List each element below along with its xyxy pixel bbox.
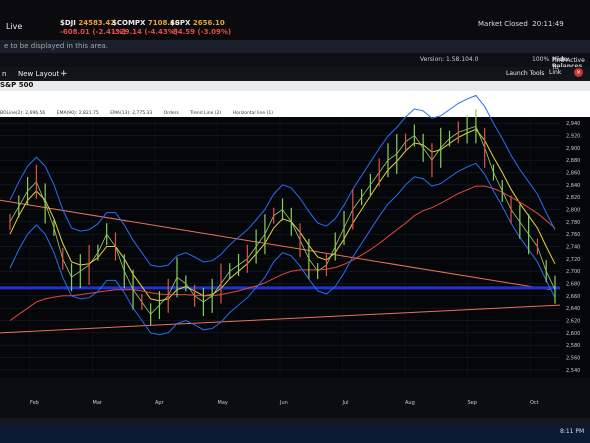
x-tick-label: Sep [468, 400, 477, 406]
live-indicator[interactable]: Live [6, 22, 22, 31]
y-tick-label: 2,940 [566, 121, 580, 127]
y-tick-label: 2,620 [566, 319, 580, 325]
x-axis-strip [0, 378, 590, 418]
y-tick-label: 2,780 [566, 220, 580, 226]
market-status: Market Closed 20:11:49 [478, 20, 564, 28]
y-tick-label: 2,660 [566, 294, 580, 300]
quote-spx[interactable]: $SPX 2656.10 -84.59 (-3.09%) [170, 19, 231, 37]
price-chart[interactable]: 2,540 2,560 2,580 2,600 2,620 2,640 2,660 2,680… [0, 91, 590, 418]
chart-area[interactable]: BOLine(2): 2,696.56 EMA(90): 2,821.75 EM… [0, 91, 590, 418]
y-tick-label: 2,840 [566, 183, 580, 189]
message-bar: e to be displayed in this area. [0, 40, 590, 53]
y-tick-label: 2,680 [566, 282, 580, 288]
y-tick-label: 2,800 [566, 208, 580, 214]
x-tick-label: May [218, 400, 228, 406]
x-tick-label: Jul [342, 400, 349, 406]
launch-tools-button[interactable]: Launch Tools [506, 70, 544, 77]
y-tick-label: 2,720 [566, 257, 580, 263]
y-tick-label: 2,600 [566, 331, 580, 337]
year-axis: 2003200420052006200720082009201020112012… [0, 418, 590, 434]
y-tick-label: 2,540 [566, 368, 580, 374]
taskbar: 8:11 PM [0, 425, 590, 443]
y-tick-label: 2,740 [566, 245, 580, 251]
y-tick-label: 2,700 [566, 269, 580, 275]
plot-background [0, 117, 590, 418]
x-tick-label: Oct [530, 400, 539, 406]
x-tick-label: Mar [93, 400, 103, 406]
x-tick-label: Apr [155, 400, 165, 406]
y-tick-label: 2,920 [566, 134, 580, 140]
taskbar-clock: 8:11 PM [560, 428, 585, 435]
y-tick-label: 2,820 [566, 195, 580, 201]
top-quote-bar: Live $DJI 24583.42 -608.01 (-2.41%) $COM… [0, 0, 590, 40]
tab-left[interactable]: n [2, 70, 6, 78]
tab-new-layout[interactable]: New Layout [18, 70, 59, 78]
version-label: Version: 1.58.104.0 [420, 56, 479, 63]
close-icon[interactable]: × [574, 68, 583, 77]
chart-title-bar: S&P 500 [0, 81, 590, 91]
y-tick-label: 2,900 [566, 146, 580, 152]
tab-bar: n New Layout + Launch Tools Find Active … [0, 57, 590, 81]
x-tick-label: Jun [279, 400, 288, 406]
y-tick-label: 2,580 [566, 343, 580, 349]
link-button[interactable]: Link [549, 69, 561, 76]
zoom-level[interactable]: 100% [532, 56, 549, 63]
chart-title: S&P 500 [0, 81, 34, 89]
y-tick-label: 2,860 [566, 171, 580, 177]
x-tick-label: Feb [30, 400, 39, 406]
y-tick-label: 2,880 [566, 158, 580, 164]
y-tick-label: 2,560 [566, 356, 580, 362]
add-tab-icon[interactable]: + [60, 69, 68, 79]
info-bar: Version: 1.58.104.0 100% Hide Balances [0, 53, 590, 70]
y-tick-label: 2,640 [566, 306, 580, 312]
x-tick-label: Aug [405, 400, 415, 406]
y-tick-label: 2,760 [566, 232, 580, 238]
